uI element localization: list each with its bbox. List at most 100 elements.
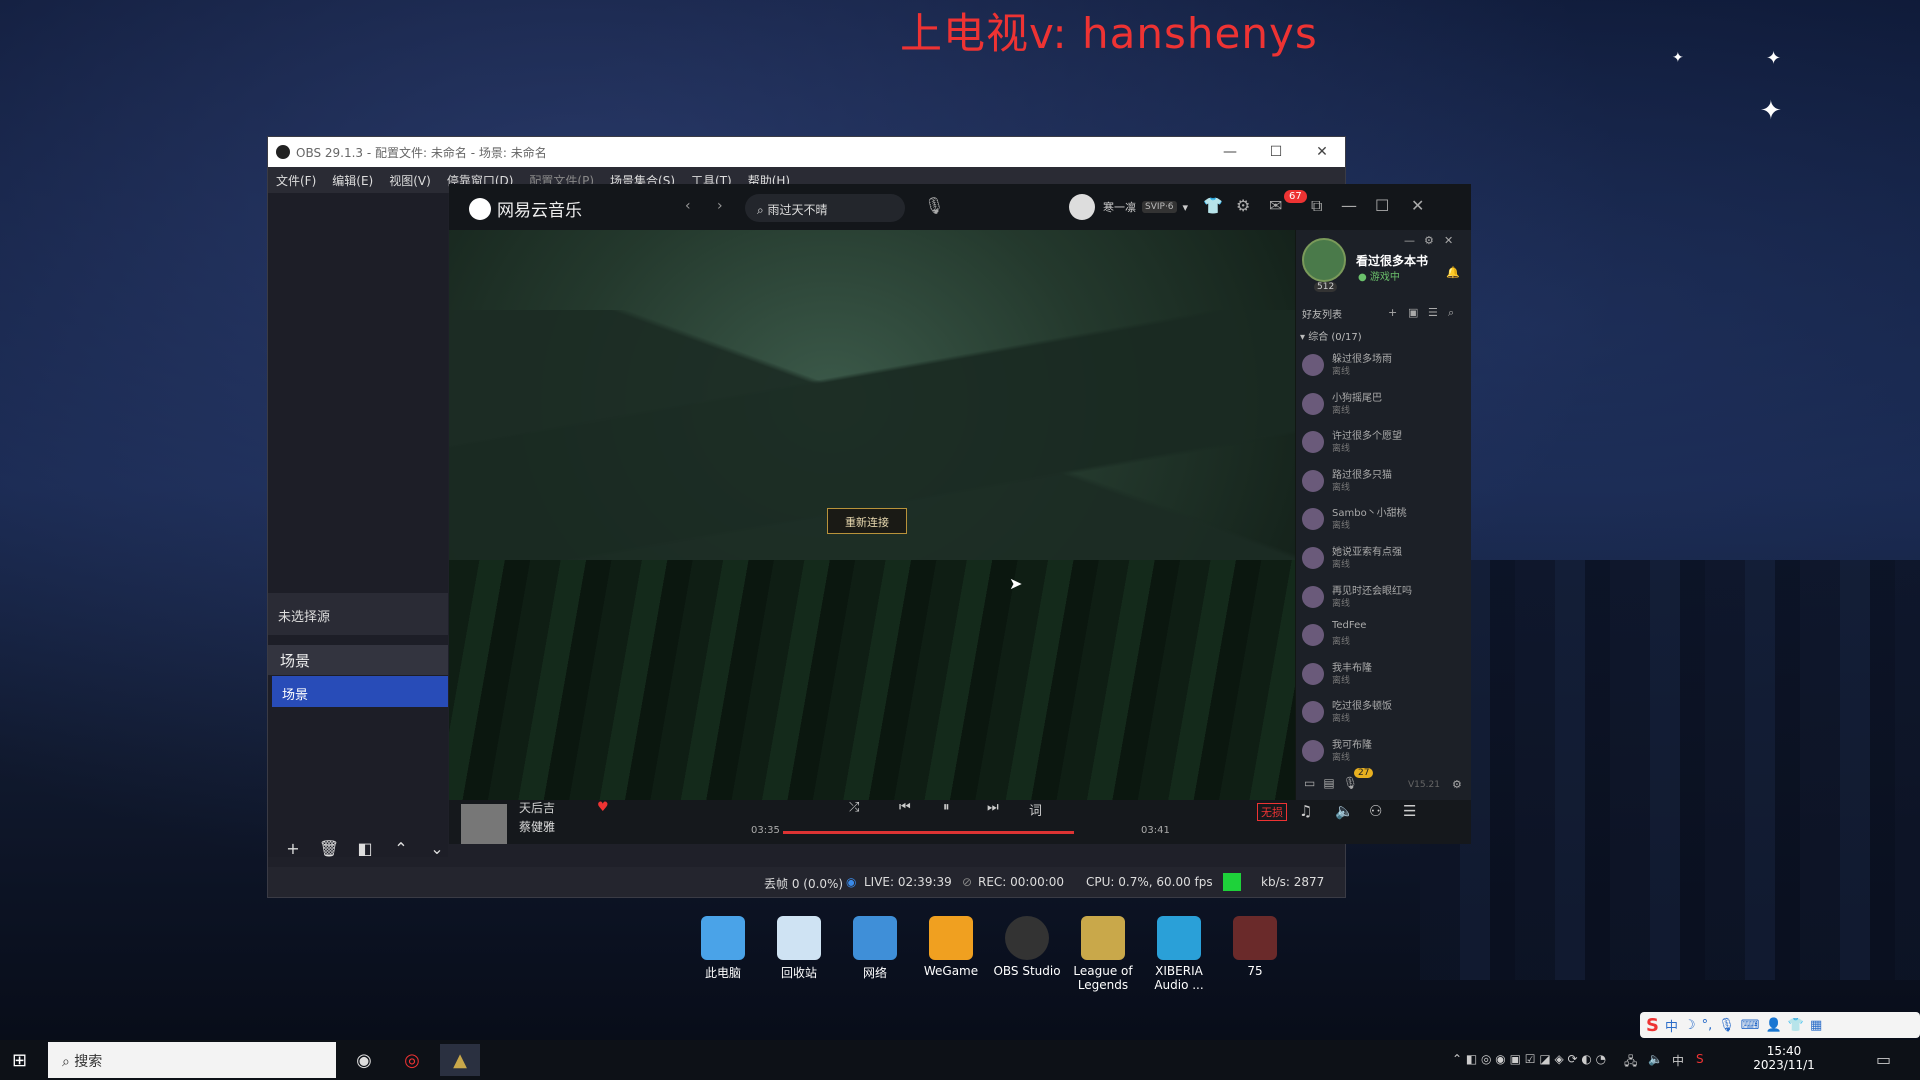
mic-icon[interactable]: 🎙 — [1718, 1018, 1735, 1033]
close-icon[interactable]: ✕ — [1299, 137, 1345, 167]
filter-icon[interactable]: ◧ — [350, 839, 380, 865]
network-icon[interactable]: 🖧 — [1624, 1052, 1637, 1073]
search-input[interactable]: ⌕ 雨过天不晴 — [745, 194, 905, 222]
tray-icons[interactable]: ⌃ ◧ ◎ ◉ ▣ ☑ ◪ ◈ ⟳ ◐ ◔ — [1452, 1052, 1606, 1066]
grid-icon[interactable]: ▦ — [1810, 1018, 1822, 1033]
keyboard-icon[interactable]: ⌨ — [1741, 1018, 1760, 1033]
friend-item[interactable]: 许过很多个愿望 离线 — [1296, 423, 1471, 462]
add-friend-icon[interactable]: + — [1388, 306, 1397, 319]
add-scene-icon[interactable]: + — [278, 839, 308, 865]
friend-item[interactable]: 躲过很多场雨 离线 — [1296, 346, 1471, 385]
friend-name: TedFee — [1332, 620, 1367, 632]
desktop-icon-75[interactable]: 75 — [1220, 916, 1290, 978]
playlist-icon[interactable]: ☰ — [1403, 802, 1416, 820]
menu-edit[interactable]: 编辑(E) — [332, 172, 373, 189]
chevron-down-icon[interactable]: ▾ — [1183, 201, 1189, 214]
close-icon[interactable]: ✕ — [1411, 196, 1424, 215]
gear-icon[interactable]: ⚙ — [1424, 234, 1434, 247]
mic-icon[interactable]: 🎙 — [1343, 776, 1358, 800]
friend-item[interactable]: 再见时还会眼红吗 离线 — [1296, 578, 1471, 617]
volume-icon[interactable]: 🔈 — [1335, 802, 1354, 820]
minimize-icon[interactable]: — — [1207, 137, 1253, 167]
taskbar-obs-icon[interactable]: ◉ — [344, 1044, 384, 1076]
search-icon[interactable]: ⌕ — [1448, 306, 1454, 320]
pause-icon[interactable]: ⏸ — [943, 800, 950, 815]
desktop-icon-recycle-bin[interactable]: 回收站 — [764, 916, 834, 981]
friend-group[interactable]: ▾ 综合 (0/17) — [1300, 328, 1362, 343]
friend-item[interactable]: 我可布隆 离线 — [1296, 732, 1471, 771]
quality-badge[interactable]: 无损 — [1257, 803, 1287, 821]
gear-icon[interactable]: ⚙ — [1452, 778, 1462, 791]
taskbar-netease-icon[interactable]: ◎ — [392, 1044, 432, 1076]
notification-icon[interactable]: ▭ — [1876, 1050, 1891, 1069]
bell-icon[interactable]: 🔔 — [1446, 266, 1460, 279]
list-icon[interactable]: ☰ — [1428, 306, 1438, 319]
mail-icon[interactable]: ✉ — [1269, 196, 1282, 215]
minimize-icon[interactable]: — — [1404, 234, 1415, 247]
sogou-tray-icon[interactable]: S — [1696, 1052, 1704, 1066]
friend-item[interactable]: 吃过很多顿饭 离线 — [1296, 693, 1471, 732]
move-down-icon[interactable]: ⌄ — [422, 839, 452, 865]
obs-titlebar[interactable]: OBS 29.1.3 - 配置文件: 未命名 - 场景: 未命名 — ☐ ✕ — [268, 137, 1345, 167]
user-icon[interactable]: 👤 — [1766, 1018, 1782, 1033]
desktop-icon-league[interactable]: League of Legends — [1068, 916, 1138, 992]
progress-bar[interactable] — [783, 831, 1074, 834]
skin-icon[interactable]: 👕 — [1203, 196, 1223, 215]
chat-icon[interactable]: ▭ — [1304, 776, 1315, 800]
notes-icon[interactable]: ▤ — [1323, 776, 1334, 800]
shirt-icon[interactable]: 👕 — [1788, 1018, 1804, 1033]
music-window[interactable]: 网易云音乐 ‹ › ⌕ 雨过天不晴 🎙 寒一凛 SVIP·6 ▾ 👕 ⚙ ✉ 6… — [449, 184, 1471, 844]
gear-icon[interactable]: ⚙ — [1236, 196, 1250, 215]
friend-item[interactable]: 她说亚索有点强 离线 — [1296, 539, 1471, 578]
ime-toolbar[interactable]: S 中 ☽ °, 🎙 ⌨ 👤 👕 ▦ — [1640, 1012, 1920, 1038]
lyrics-icon[interactable]: 词 — [1029, 800, 1042, 819]
back-icon[interactable]: ‹ — [685, 198, 691, 214]
sound-effect-icon[interactable]: ♫ — [1299, 802, 1312, 820]
forward-icon[interactable]: › — [717, 198, 723, 214]
punctuation-icon[interactable]: °, — [1702, 1018, 1713, 1033]
previous-icon[interactable]: ⏮ — [899, 800, 911, 815]
next-icon[interactable]: ⏭ — [987, 800, 999, 815]
trash-icon[interactable]: 🗑 — [314, 839, 344, 865]
taskbar-league-icon[interactable]: ▲ — [440, 1044, 480, 1076]
artist-name[interactable]: 蔡健雅 — [519, 818, 555, 835]
desktop-icon-obs[interactable]: OBS Studio — [992, 916, 1062, 978]
friend-item[interactable]: 我丰布隆 离线 — [1296, 655, 1471, 694]
friend-item[interactable]: 小狗摇尾巴 离线 — [1296, 385, 1471, 424]
clock[interactable]: 15:40 2023/11/1 — [1744, 1044, 1824, 1072]
scene-item[interactable]: 场景 — [272, 676, 448, 707]
user-profile[interactable]: 寒一凛 SVIP·6 ▾ — [1069, 194, 1188, 220]
friend-item[interactable]: TedFee 离线 — [1296, 616, 1471, 655]
move-up-icon[interactable]: ⌃ — [386, 839, 416, 865]
minimize-icon[interactable]: — — [1341, 196, 1357, 215]
avatar[interactable] — [1302, 238, 1346, 282]
volume-icon[interactable]: 🔈 — [1648, 1052, 1663, 1066]
close-icon[interactable]: ✕ — [1444, 234, 1453, 247]
desktop-icon-this-pc[interactable]: 此电脑 — [688, 916, 758, 981]
friend-item[interactable]: 路过很多只猫 离线 — [1296, 462, 1471, 501]
listen-together-icon[interactable]: ⚇ — [1369, 802, 1382, 820]
friends-list-tab[interactable]: 好友列表 — [1302, 306, 1342, 321]
reconnect-button[interactable]: 重新连接 — [827, 508, 907, 534]
mini-mode-icon[interactable]: ⧉ — [1311, 196, 1322, 216]
my-status[interactable]: ● 游戏中 — [1358, 268, 1400, 283]
search-input[interactable]: ⌕ 搜索 — [48, 1042, 336, 1078]
ime-lang[interactable]: 中 — [1665, 1016, 1678, 1035]
windows-start-icon[interactable]: ⊞ — [12, 1050, 27, 1071]
moon-icon[interactable]: ☽ — [1684, 1018, 1696, 1033]
menu-file[interactable]: 文件(F) — [276, 172, 316, 189]
folder-icon[interactable]: ▣ — [1408, 306, 1418, 319]
album-cover[interactable] — [461, 804, 507, 844]
ime-lang-tray[interactable]: 中 — [1672, 1052, 1684, 1069]
song-title[interactable]: 天后吉 — [519, 799, 555, 816]
menu-view[interactable]: 视图(V) — [389, 172, 431, 189]
desktop-icon-network[interactable]: 网络 — [840, 916, 910, 981]
maximize-icon[interactable]: ☐ — [1253, 137, 1299, 167]
maximize-icon[interactable]: ☐ — [1375, 196, 1389, 215]
voice-search-icon[interactable]: 🎙 — [924, 196, 944, 215]
friend-item[interactable]: Sambo丶小甜桃 离线 — [1296, 500, 1471, 539]
shuffle-icon[interactable]: ⤮ — [849, 800, 859, 815]
desktop-icon-wegame[interactable]: WeGame — [916, 916, 986, 978]
desktop-icon-xiberia[interactable]: XIBERIA Audio ... — [1144, 916, 1214, 992]
heart-icon[interactable]: ♥ — [597, 800, 609, 815]
